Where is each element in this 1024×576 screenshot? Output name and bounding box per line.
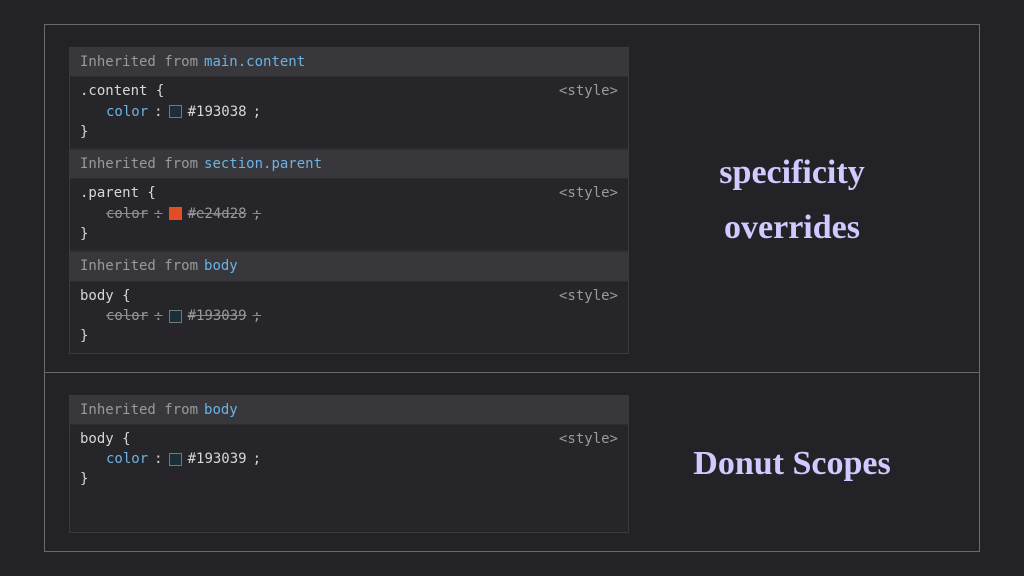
- color-swatch-icon[interactable]: [169, 207, 182, 220]
- styles-panel-bottom[interactable]: Inherited from body <style> body { color…: [69, 395, 629, 533]
- semicolon: ;: [253, 449, 261, 469]
- styles-panel-top[interactable]: Inherited from main.content <style> .con…: [69, 47, 629, 354]
- rule-selector[interactable]: body {: [80, 429, 618, 449]
- rule-selector[interactable]: .content {: [80, 81, 618, 101]
- slide-frame: Inherited from main.content <style> .con…: [44, 24, 980, 552]
- color-swatch-icon[interactable]: [169, 310, 182, 323]
- inherited-from-label: Inherited from: [80, 400, 198, 420]
- rule-selector[interactable]: body {: [80, 286, 618, 306]
- caption-bottom: Donut Scopes: [629, 395, 955, 533]
- property-value[interactable]: #e24d28: [188, 204, 247, 224]
- rule-origin[interactable]: <style>: [559, 183, 618, 203]
- property-name[interactable]: color: [106, 306, 148, 326]
- inherited-from-selector[interactable]: main.content: [204, 52, 305, 72]
- inherited-from-selector[interactable]: body: [204, 256, 238, 276]
- caption-line: overrides: [724, 209, 860, 246]
- color-swatch-icon[interactable]: [169, 105, 182, 118]
- declaration-overridden[interactable]: color: #193039;: [80, 306, 618, 326]
- style-rule[interactable]: <style> .parent { color: #e24d28; }: [70, 179, 628, 251]
- property-value[interactable]: #193038: [188, 102, 247, 122]
- caption-line: specificity: [719, 154, 864, 191]
- property-value[interactable]: #193039: [188, 449, 247, 469]
- inherited-from-header[interactable]: Inherited from body: [70, 251, 628, 281]
- inherited-from-label: Inherited from: [80, 154, 198, 174]
- declaration[interactable]: color: #193039;: [80, 449, 618, 469]
- property-name[interactable]: color: [106, 449, 148, 469]
- rule-close: }: [80, 469, 618, 489]
- semicolon: ;: [253, 306, 261, 326]
- property-name[interactable]: color: [106, 102, 148, 122]
- bottom-half: Inherited from body <style> body { color…: [45, 373, 979, 551]
- rule-close: }: [80, 224, 618, 244]
- rule-close: }: [80, 122, 618, 142]
- inherited-from-selector[interactable]: section.parent: [204, 154, 322, 174]
- declaration[interactable]: color: #193038;: [80, 102, 618, 122]
- property-name[interactable]: color: [106, 204, 148, 224]
- rule-selector[interactable]: .parent {: [80, 183, 618, 203]
- style-rule[interactable]: <style> body { color: #193039; }: [70, 282, 628, 353]
- colon: :: [154, 204, 162, 224]
- rule-origin[interactable]: <style>: [559, 81, 618, 101]
- rule-origin[interactable]: <style>: [559, 429, 618, 449]
- inherited-from-label: Inherited from: [80, 52, 198, 72]
- style-rule[interactable]: <style> .content { color: #193038; }: [70, 77, 628, 149]
- colon: :: [154, 102, 162, 122]
- style-rule[interactable]: <style> body { color: #193039; }: [70, 425, 628, 496]
- property-value[interactable]: #193039: [188, 306, 247, 326]
- rule-origin[interactable]: <style>: [559, 286, 618, 306]
- inherited-from-header[interactable]: Inherited from body: [70, 396, 628, 425]
- colon: :: [154, 449, 162, 469]
- color-swatch-icon[interactable]: [169, 453, 182, 466]
- declaration-overridden[interactable]: color: #e24d28;: [80, 204, 618, 224]
- caption-top: specificity overrides: [629, 47, 955, 354]
- caption-line: Donut Scopes: [693, 445, 890, 482]
- inherited-from-header[interactable]: Inherited from section.parent: [70, 149, 628, 179]
- inherited-from-selector[interactable]: body: [204, 400, 238, 420]
- rule-close: }: [80, 326, 618, 346]
- semicolon: ;: [253, 102, 261, 122]
- top-half: Inherited from main.content <style> .con…: [45, 25, 979, 373]
- inherited-from-header[interactable]: Inherited from main.content: [70, 48, 628, 77]
- inherited-from-label: Inherited from: [80, 256, 198, 276]
- colon: :: [154, 306, 162, 326]
- semicolon: ;: [253, 204, 261, 224]
